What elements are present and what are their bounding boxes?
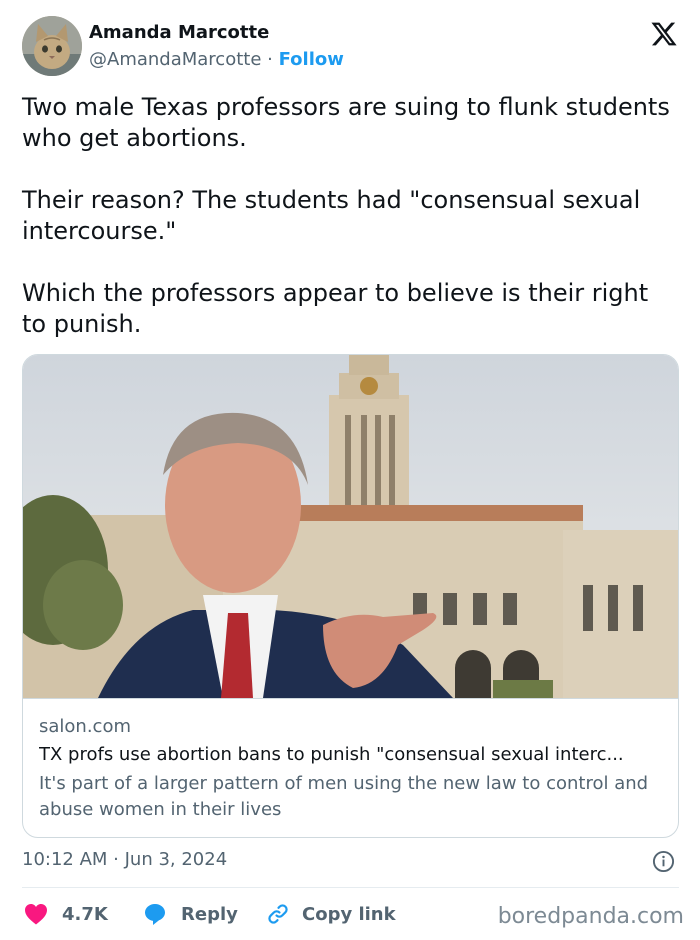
reply-button[interactable]: Reply <box>143 898 238 930</box>
heart-icon <box>25 904 47 925</box>
link-icon <box>268 904 288 924</box>
tweet-paragraph: Two male Texas professors are suing to f… <box>22 93 670 152</box>
info-icon[interactable] <box>652 850 675 873</box>
card-image <box>23 355 678 698</box>
tweet-timestamp[interactable]: 10:12 AM · Jun 3, 2024 <box>22 849 227 870</box>
author-handle[interactable]: @AmandaMarcotte <box>89 49 261 70</box>
tweet-text: Two male Texas professors are suing to f… <box>22 92 672 340</box>
copy-link-button[interactable]: Copy link <box>266 898 396 930</box>
x-logo-icon[interactable] <box>650 20 678 48</box>
divider <box>22 887 679 888</box>
tweet-paragraph: Their reason? The students had "consensu… <box>22 186 641 245</box>
watermark: boredpanda.com <box>497 904 684 929</box>
avatar[interactable] <box>22 16 82 76</box>
copy-link-label: Copy link <box>302 903 396 925</box>
like-button[interactable]: 4.7K <box>24 898 108 930</box>
card-title[interactable]: TX profs use abortion bans to punish "co… <box>39 744 669 765</box>
tweet-paragraph: Which the professors appear to believe i… <box>22 279 649 338</box>
like-count: 4.7K <box>62 903 108 925</box>
card-footer: salon.com TX profs use abortion bans to … <box>23 698 678 837</box>
follow-button[interactable]: Follow <box>279 49 344 70</box>
reply-label: Reply <box>181 903 238 925</box>
meta-separator: · <box>267 49 273 70</box>
tweet-header: Amanda Marcotte @AmandaMarcotte · Follow <box>22 16 682 78</box>
author-meta: @AmandaMarcotte · Follow <box>89 49 344 70</box>
card-description: It's part of a larger pattern of men usi… <box>39 773 649 820</box>
card-domain: salon.com <box>39 716 131 737</box>
author-name[interactable]: Amanda Marcotte <box>89 22 269 43</box>
speech-bubble-icon <box>145 904 165 925</box>
link-card[interactable]: salon.com TX profs use abortion bans to … <box>22 354 679 838</box>
